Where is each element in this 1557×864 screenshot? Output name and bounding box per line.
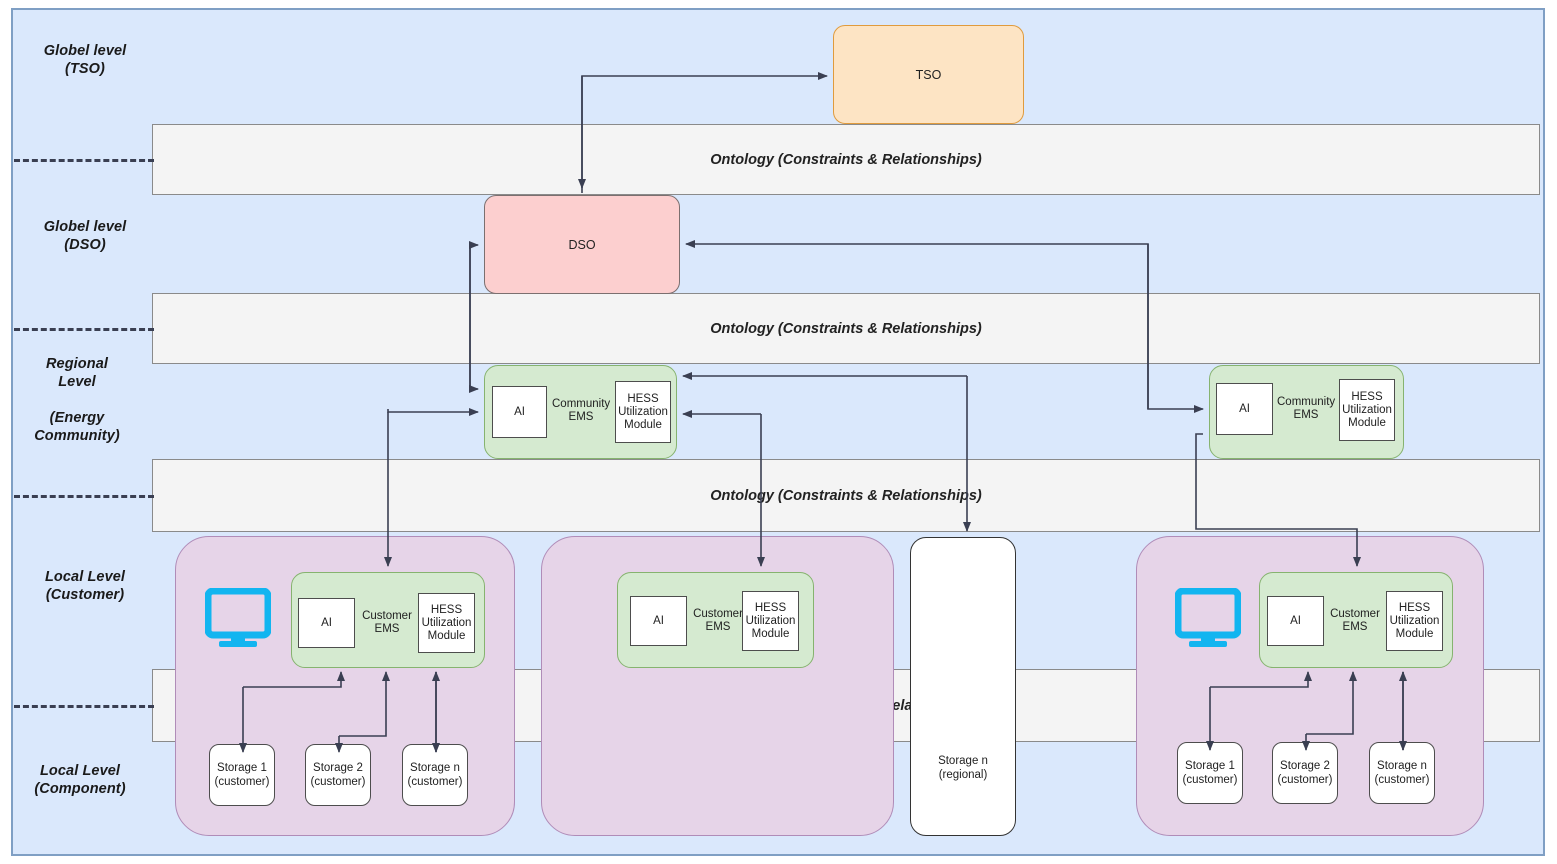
community-ems-left-label: Community EMS	[552, 398, 611, 423]
storage-label: Storage 1 (customer)	[214, 762, 270, 788]
customer-ems-2-ai-box[interactable]: AI	[630, 596, 687, 646]
customer-ems-3-hess-label: HESS Utilization Module	[1389, 601, 1440, 640]
monitor-icon	[204, 587, 272, 655]
storage-box[interactable]: Storage 2 (customer)	[305, 744, 371, 806]
community-ems-right-hess-box[interactable]: HESS Utilization Module	[1339, 379, 1395, 441]
community-ems-right-ai-label: AI	[1239, 402, 1250, 415]
storage-label: Storage n (customer)	[1374, 760, 1430, 786]
customer-ems-3-label: Customer EMS	[1330, 608, 1380, 633]
level-label-regional: Regional Level (Energy Community)	[34, 356, 120, 444]
customer-ems-3-ai-box[interactable]: AI	[1267, 596, 1324, 646]
community-ems-left-ai-label: AI	[514, 405, 525, 418]
storage-label: Storage 2 (customer)	[310, 762, 366, 788]
storage-label: Storage n (customer)	[407, 762, 463, 788]
dso-node[interactable]: DSO	[484, 195, 680, 294]
storage-box[interactable]: Storage 1 (customer)	[209, 744, 275, 806]
storage-box[interactable]: Storage 1 (customer)	[1177, 742, 1243, 804]
customer-ems-2-hess-label: HESS Utilization Module	[745, 601, 796, 640]
tso-label: TSO	[915, 67, 942, 82]
customer-ems-1-hess-label: HESS Utilization Module	[421, 603, 472, 642]
community-ems-right-label: Community EMS	[1277, 396, 1336, 421]
monitor-icon	[1174, 587, 1242, 655]
customer-ems-2-label: Customer EMS	[693, 608, 743, 633]
community-ems-left-ai-box[interactable]: AI	[492, 386, 547, 438]
dso-label: DSO	[568, 237, 596, 252]
level-label-local-component: Local Level (Component)	[34, 763, 126, 797]
level-separator-3	[14, 495, 154, 498]
storage-box[interactable]: Storage n (customer)	[1369, 742, 1435, 804]
level-label-global-tso: Globel level (TSO)	[43, 43, 127, 77]
level-label-global-dso: Globel level (DSO)	[43, 219, 127, 253]
ontology-band-1-label: Ontology (Constraints & Relationships)	[710, 151, 982, 168]
level-separator-4	[14, 705, 154, 708]
ontology-band-3: Ontology (Constraints & Relationships)	[152, 459, 1540, 532]
community-ems-left-hess-label: HESS Utilization Module	[618, 392, 668, 431]
customer-ems-3-ai-label: AI	[1290, 614, 1301, 627]
storage-regional-label: Storage n (regional)	[938, 755, 988, 781]
customer-ems-1-ai-box[interactable]: AI	[298, 598, 355, 648]
community-ems-right-ai-box[interactable]: AI	[1216, 383, 1273, 435]
ontology-band-2: Ontology (Constraints & Relationships)	[152, 293, 1540, 364]
customer-ems-2-hess-box[interactable]: HESS Utilization Module	[742, 591, 799, 651]
ontology-band-3-label: Ontology (Constraints & Relationships)	[710, 487, 982, 504]
storage-label: Storage 2 (customer)	[1277, 760, 1333, 786]
customer-ems-1-label: Customer EMS	[362, 610, 412, 635]
customer-ems-1-ai-label: AI	[321, 616, 332, 629]
ontology-band-2-label: Ontology (Constraints & Relationships)	[710, 320, 982, 337]
level-label-local-customer: Local Level (Customer)	[44, 569, 126, 603]
storage-box[interactable]: Storage 2 (customer)	[1272, 742, 1338, 804]
storage-regional-box[interactable]	[910, 537, 1016, 836]
community-ems-right-hess-label: HESS Utilization Module	[1342, 390, 1392, 429]
customer-ems-2-ai-label: AI	[653, 614, 664, 627]
customer-ems-3-hess-box[interactable]: HESS Utilization Module	[1386, 591, 1443, 651]
ontology-band-1: Ontology (Constraints & Relationships)	[152, 124, 1540, 195]
customer-ems-1-hess-box[interactable]: HESS Utilization Module	[418, 593, 475, 653]
level-separator-1	[14, 159, 154, 162]
storage-box[interactable]: Storage n (customer)	[402, 744, 468, 806]
level-separator-2	[14, 328, 154, 331]
storage-label: Storage 1 (customer)	[1182, 760, 1238, 786]
tso-node[interactable]: TSO	[833, 25, 1024, 124]
community-ems-left-hess-box[interactable]: HESS Utilization Module	[615, 381, 671, 443]
